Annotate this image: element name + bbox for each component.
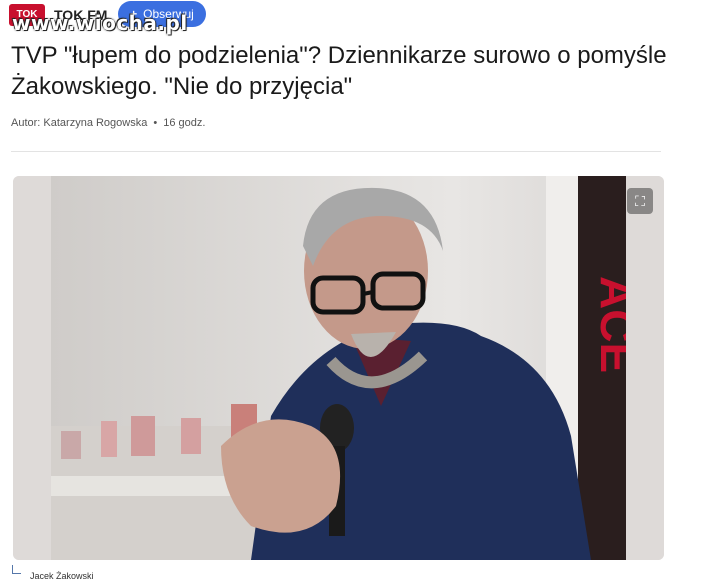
- author[interactable]: Autor: Katarzyna Rogowska: [11, 117, 147, 129]
- portrait-photo: ACE: [51, 176, 626, 560]
- image-caption: Jacek Żakowski: [30, 571, 94, 581]
- article-meta: Autor: Katarzyna Rogowska • 16 godz.: [11, 117, 205, 129]
- article-title: TVP "łupem do podzielenia"? Dziennikarze…: [11, 42, 667, 100]
- separator-dot: •: [153, 117, 158, 129]
- divider: [11, 151, 661, 152]
- watermark: www.wiocha.pl: [12, 11, 188, 35]
- article-image[interactable]: ACE ⛶: [13, 176, 664, 560]
- caption-icon: [12, 565, 21, 574]
- source-bar: TOK TOK FM + Obserwuj www.wiocha.pl: [0, 0, 715, 35]
- publish-time: 16 godz.: [163, 117, 206, 129]
- expand-icon[interactable]: ⛶: [627, 188, 653, 214]
- svg-text:ACE: ACE: [591, 276, 626, 373]
